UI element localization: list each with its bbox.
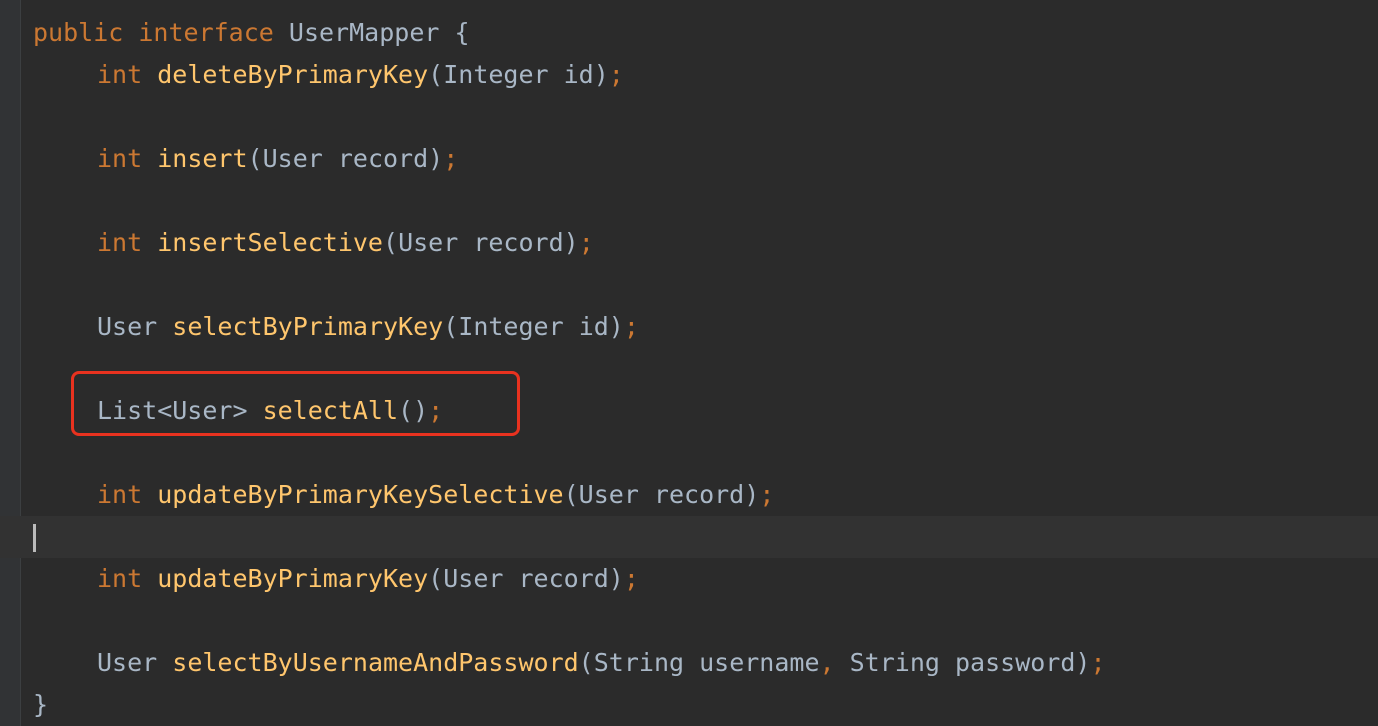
return-type: int	[97, 144, 143, 173]
code-line-blank[interactable]	[33, 180, 1373, 222]
code-line-blank[interactable]	[33, 264, 1373, 306]
method-params: Integer id	[458, 312, 609, 341]
method-name: updateByPrimaryKeySelective	[157, 480, 564, 509]
return-type: int	[97, 480, 143, 509]
method-name: insertSelective	[157, 228, 383, 257]
method-name: updateByPrimaryKey	[157, 564, 429, 593]
method-name: selectByPrimaryKey	[172, 312, 444, 341]
return-type: int	[97, 564, 143, 593]
keyword-public: public	[33, 18, 124, 47]
keyword-interface: interface	[138, 18, 274, 47]
code-line-blank[interactable]	[33, 96, 1373, 138]
return-type: User	[97, 648, 158, 677]
code-line-method[interactable]: User selectByPrimaryKey(Integer id);	[33, 306, 1373, 348]
method-params: User record	[443, 564, 609, 593]
code-line-method[interactable]: int deleteByPrimaryKey(Integer id);	[33, 54, 1373, 96]
code-line-current[interactable]	[0, 516, 1378, 558]
code-line-blank[interactable]	[33, 432, 1373, 474]
method-params: String username	[593, 648, 820, 677]
code-editor[interactable]: public interface UserMapper { int delete…	[0, 0, 1378, 726]
method-params: User record	[262, 144, 429, 173]
open-brace: {	[454, 18, 470, 47]
method-params: User record	[578, 480, 745, 509]
code-line-method[interactable]: int insertSelective(User record);	[33, 222, 1373, 264]
method-params: Integer id	[443, 60, 594, 89]
interface-name: UserMapper	[288, 18, 440, 47]
code-line-method[interactable]: int updateByPrimaryKeySelective(User rec…	[33, 474, 1373, 516]
method-params: User record	[398, 228, 564, 257]
code-line-method[interactable]: User selectByUsernameAndPassword(String …	[33, 642, 1373, 684]
return-type: int	[97, 60, 143, 89]
method-params: String password	[834, 648, 1076, 677]
code-line-method[interactable]: int updateByPrimaryKey(User record);	[33, 558, 1373, 600]
text-caret	[33, 524, 36, 552]
annotation-highlight-box	[71, 371, 520, 436]
method-name: selectByUsernameAndPassword	[172, 648, 579, 677]
method-name: deleteByPrimaryKey	[157, 60, 429, 89]
method-name: insert	[157, 144, 248, 173]
editor-gutter	[0, 0, 21, 726]
code-line-close-brace[interactable]: }	[33, 684, 1373, 726]
code-line-interface-decl[interactable]: public interface UserMapper {	[33, 12, 1373, 54]
code-line-method[interactable]: int insert(User record);	[33, 138, 1373, 180]
return-type: User	[97, 312, 158, 341]
return-type: int	[97, 228, 143, 257]
close-brace: }	[33, 690, 49, 719]
code-line-blank[interactable]	[33, 600, 1373, 642]
code-area[interactable]: public interface UserMapper { int delete…	[0, 12, 1378, 726]
